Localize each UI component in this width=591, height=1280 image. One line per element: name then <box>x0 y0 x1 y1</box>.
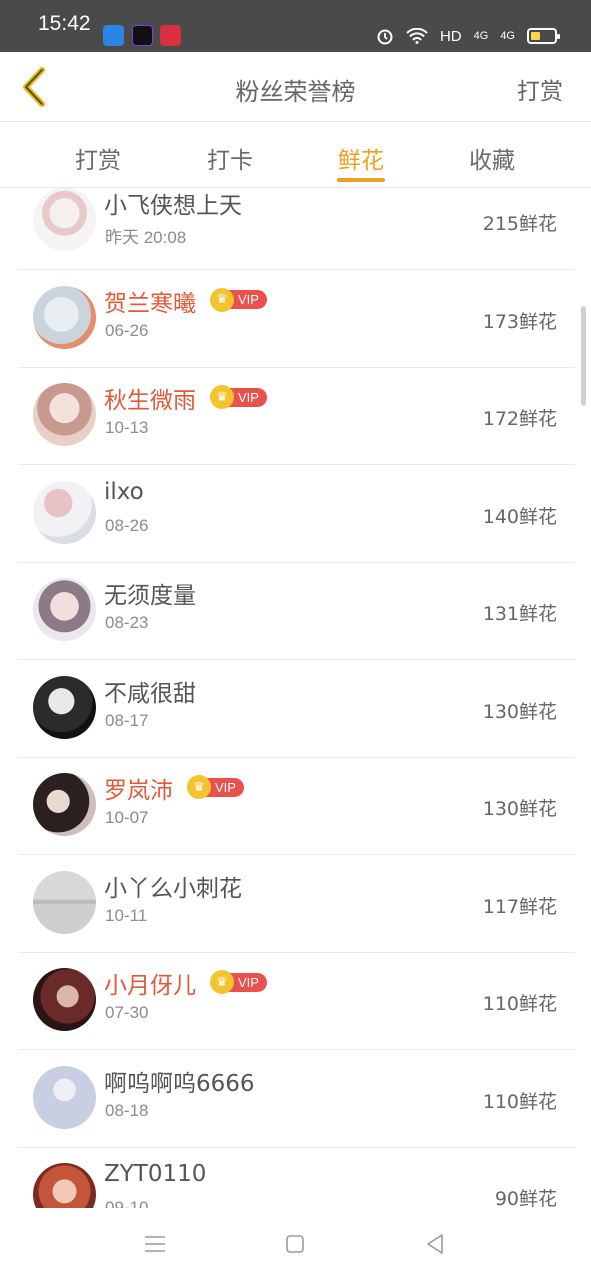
fan-date: 08-18 <box>105 1100 149 1120</box>
fan-date: 07-30 <box>105 1003 149 1022</box>
flower-count: 117鲜花 <box>482 895 557 918</box>
status-time: 15:42 <box>38 12 91 35</box>
crown-icon: ♛ <box>210 287 234 312</box>
alarm-icon <box>377 29 393 45</box>
list-item[interactable]: 小月伢儿 ♛ VIP 07-30 110鲜花 <box>0 953 591 1050</box>
fan-name[interactable]: 小丫么小刺花 <box>104 869 242 903</box>
flower-count: 130鲜花 <box>482 798 557 820</box>
fan-date: 08-26 <box>105 515 149 535</box>
list-item[interactable]: ZYT0110 09-10 90鲜花 <box>0 1148 591 1208</box>
reward-button[interactable]: 打赏 <box>517 72 563 106</box>
flower-count: 90鲜花 <box>494 1188 557 1208</box>
tab-bar: 打赏 打卡 鲜花 收藏 <box>0 122 591 188</box>
fan-name[interactable]: 无须度量 <box>104 576 196 610</box>
list-item[interactable]: 秋生微雨 ♛ VIP 10-13 172鲜花 <box>0 368 591 465</box>
crown-icon: ♛ <box>210 385 234 409</box>
page-title: 粉丝荣誉榜 <box>235 78 356 106</box>
wifi-icon <box>406 28 428 44</box>
avatar[interactable] <box>33 870 96 934</box>
fan-date: 10-13 <box>105 418 149 437</box>
vip-badge: ♛ VIP <box>210 970 267 994</box>
fan-name[interactable]: 小月伢儿 <box>104 966 196 1000</box>
avatar[interactable] <box>33 1163 96 1208</box>
header-bar: 粉丝荣誉榜 打赏 <box>0 52 591 122</box>
signal-4g-label: 4G <box>473 30 489 42</box>
tab-checkin[interactable]: 打卡 <box>185 141 275 175</box>
vip-badge: ♛ VIP <box>187 775 244 799</box>
menu-icon[interactable] <box>143 1232 167 1256</box>
tab-reward[interactable]: 打赏 <box>53 141 143 175</box>
flower-count: 110鲜花 <box>482 1090 557 1113</box>
heart-app-icon <box>160 25 181 46</box>
fan-list[interactable]: 小飞侠想上天昨天 20:08 215鲜花贺兰寒曦 ♛ VIP 06-26 173鲜花秋生微… <box>0 188 591 1208</box>
avatar[interactable] <box>33 188 96 251</box>
fan-name[interactable]: 不咸很甜 <box>104 674 196 708</box>
fan-name[interactable]: 罗岚沛 <box>104 771 173 805</box>
flower-count: 215鲜花 <box>482 213 557 235</box>
fan-name[interactable]: 啊呜啊呜6666 <box>104 1064 255 1098</box>
fan-date: 09-10 <box>105 1198 149 1208</box>
fan-date: 10-11 <box>105 905 148 925</box>
avatar[interactable] <box>33 1065 96 1129</box>
vip-badge: ♛ VIP <box>210 385 267 409</box>
fan-name[interactable]: ZYT0110 <box>104 1161 206 1187</box>
vip-badge: ♛ VIP <box>210 287 267 312</box>
avatar[interactable] <box>33 773 96 836</box>
status-bar: 15:42 HD 4G 4G <box>0 0 591 52</box>
app-notification-icon <box>103 25 124 46</box>
fan-date: 08-23 <box>105 613 149 632</box>
avatar[interactable] <box>33 383 96 446</box>
avatar[interactable] <box>33 968 96 1031</box>
fan-name[interactable]: 贺兰寒曦 <box>104 284 196 318</box>
battery-icon <box>527 28 560 44</box>
avatar[interactable] <box>33 480 96 544</box>
crown-icon: ♛ <box>210 970 234 994</box>
flower-count: 110鲜花 <box>482 993 557 1015</box>
scrollbar[interactable] <box>581 306 586 406</box>
back-triangle-icon[interactable] <box>423 1232 447 1256</box>
active-tab-indicator <box>337 178 385 182</box>
flower-count: 131鲜花 <box>482 603 557 625</box>
list-item[interactable]: 啊呜啊呜6666 08-18 110鲜花 <box>0 1051 591 1148</box>
system-nav-bar <box>0 1208 591 1280</box>
fan-name[interactable]: ilxo <box>104 479 144 505</box>
list-item[interactable]: 不咸很甜 08-17 130鲜花 <box>0 661 591 758</box>
video-app-icon <box>132 25 153 46</box>
list-item[interactable]: 小飞侠想上天昨天 20:08 215鲜花 <box>0 188 591 270</box>
tab-flowers[interactable]: 鲜花 <box>316 141 406 175</box>
tab-favorites[interactable]: 收藏 <box>447 141 537 175</box>
avatar[interactable] <box>33 285 96 349</box>
list-item[interactable]: 小丫么小刺花 10-11 117鲜花 <box>0 856 591 953</box>
avatar[interactable] <box>33 578 96 641</box>
flower-count: 173鲜花 <box>482 310 557 333</box>
fan-date: 昨天 20:08 <box>105 228 187 247</box>
fan-name[interactable]: 秋生微雨 <box>104 381 196 415</box>
avatar[interactable] <box>33 675 96 739</box>
fan-date: 06-26 <box>105 320 149 340</box>
flower-count: 140鲜花 <box>482 505 557 528</box>
home-square-icon[interactable] <box>283 1232 307 1256</box>
fan-date: 10-07 <box>105 808 149 827</box>
flower-count: 130鲜花 <box>482 700 557 723</box>
signal-4g-label-2: 4G <box>500 30 515 42</box>
crown-icon: ♛ <box>187 775 211 799</box>
fan-date: 08-17 <box>105 710 149 730</box>
list-item[interactable]: ilxo 08-26 140鲜花 <box>0 466 591 563</box>
flower-count: 172鲜花 <box>482 408 557 430</box>
fan-name[interactable]: 小飞侠想上天 <box>104 188 242 220</box>
list-item[interactable]: 罗岚沛 ♛ VIP 10-07 130鲜花 <box>0 758 591 855</box>
list-item[interactable]: 无须度量 08-23 131鲜花 <box>0 563 591 660</box>
hd-label: HD <box>439 27 462 45</box>
list-item[interactable]: 贺兰寒曦 ♛ VIP 06-26 173鲜花 <box>0 271 591 368</box>
